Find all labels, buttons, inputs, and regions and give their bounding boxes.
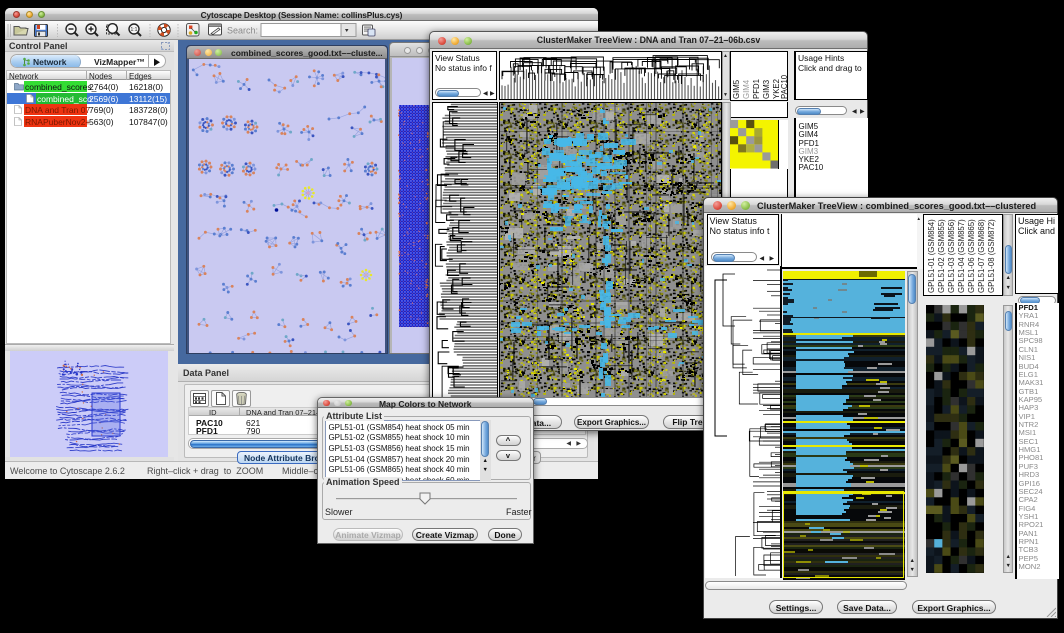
svg-text:PAC10: PAC10 — [780, 74, 787, 99]
svg-text:GPL51-08 (GSM872): GPL51-08 (GSM872) — [987, 219, 996, 293]
svg-text:GPL51-03 (GSM856): GPL51-03 (GSM856) — [947, 219, 956, 293]
svg-text:GIM5: GIM5 — [732, 79, 741, 99]
svg-text:GPL51-01 (GSM854): GPL51-01 (GSM854) — [927, 219, 936, 293]
svg-text:GPL51-02 (GSM855): GPL51-02 (GSM855) — [937, 219, 946, 293]
svg-text:GIM3: GIM3 — [762, 80, 771, 99]
svg-text:1:1: 1:1 — [131, 27, 138, 33]
svg-text:GIM4: GIM4 — [742, 79, 751, 99]
svg-text:PFD1: PFD1 — [752, 79, 761, 99]
svg-text:GPL51-06 (GSM865): GPL51-06 (GSM865) — [967, 219, 976, 293]
svg-text:GPL51-07 (GSM868): GPL51-07 (GSM868) — [977, 219, 986, 293]
svg-text:GPL51-04 (GSM857): GPL51-04 (GSM857) — [957, 219, 966, 293]
svg-text:Search:: Search: — [227, 26, 258, 36]
